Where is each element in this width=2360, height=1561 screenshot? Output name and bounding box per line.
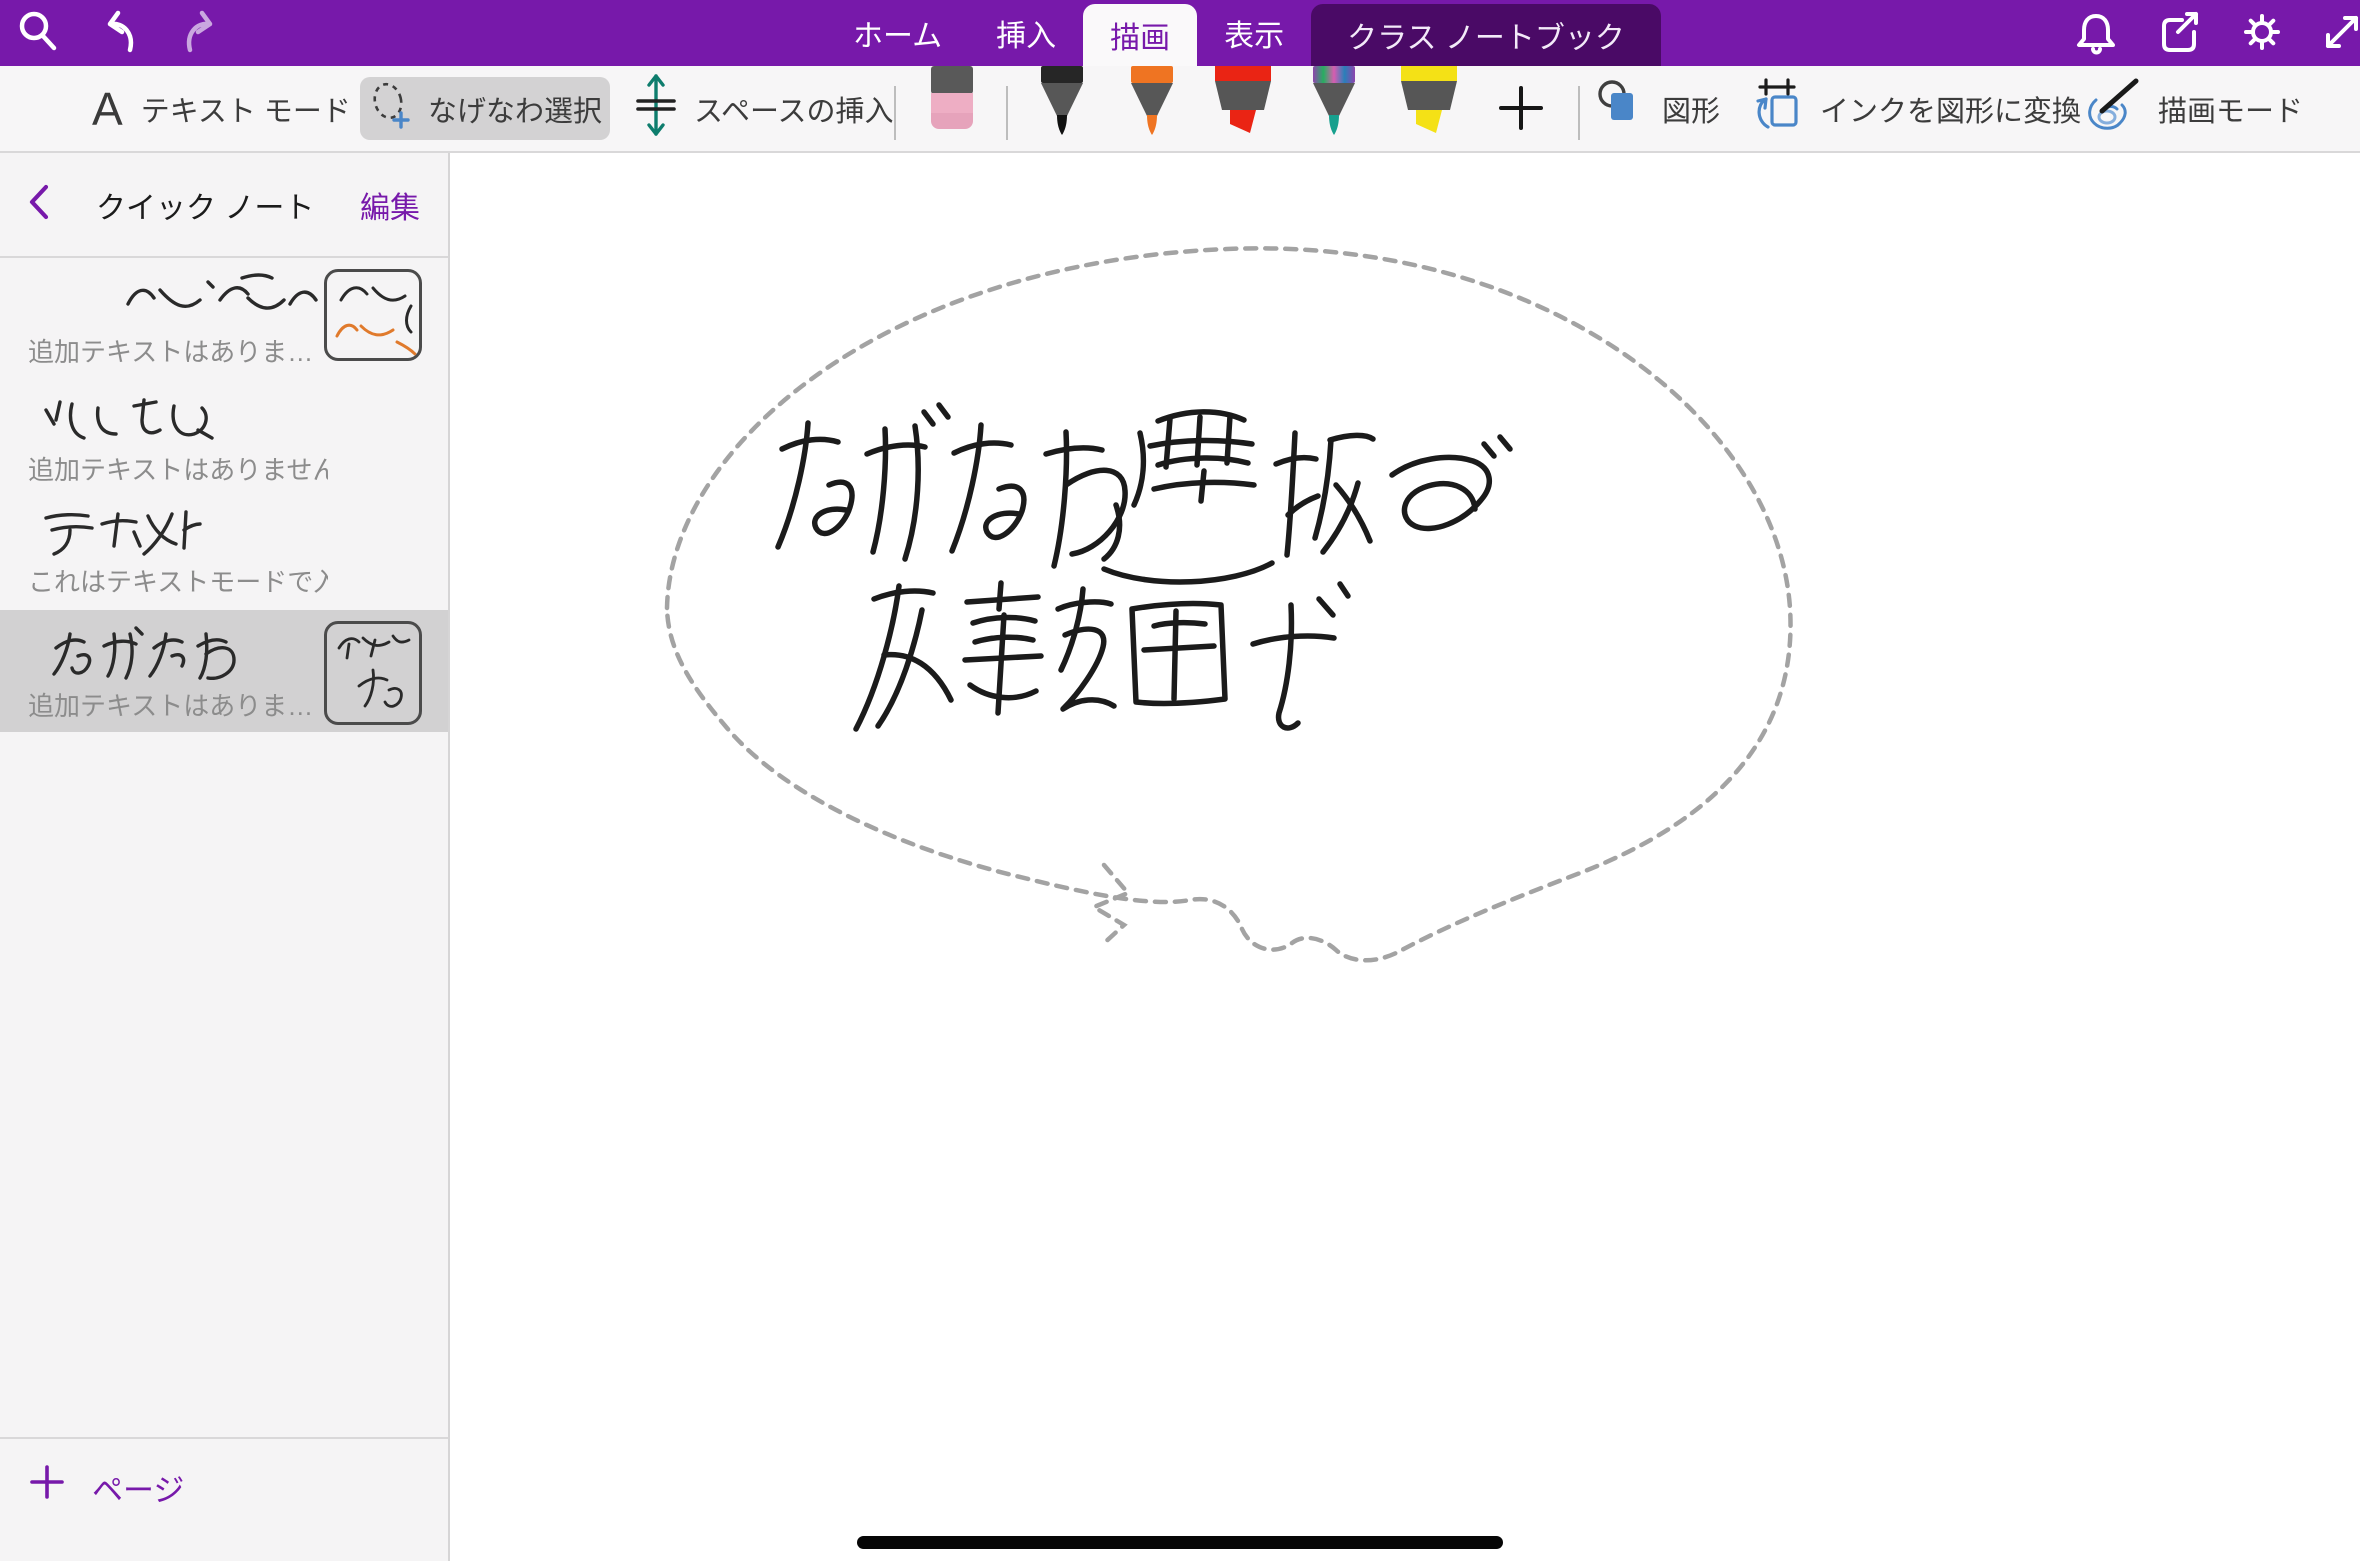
shapes-button[interactable]: 図形 (1596, 66, 1720, 151)
handwritten-page-title (116, 270, 326, 326)
handwritten-page-title (36, 392, 226, 444)
ink-line-2 (856, 583, 1348, 729)
eraser-tool[interactable] (930, 66, 974, 135)
shapes-icon (1596, 79, 1644, 139)
handwritten-page-title (42, 622, 252, 680)
sidebar-header: クイック ノート 編集 (0, 153, 448, 258)
onenote-app: ホーム 挿入 描画 表示 クラス ノートブック (0, 0, 2360, 1561)
handwritten-page-title (36, 504, 206, 556)
rainbow-pen-tool[interactable] (1308, 66, 1360, 141)
lasso-select-button[interactable]: なげなわ選択 (360, 77, 610, 140)
page-list-sidebar: クイック ノート 編集 追加テキストはありま… (0, 153, 450, 1561)
insert-space-button[interactable]: スペースの挿入 (636, 66, 894, 151)
draw-mode-button[interactable]: 描画モード (2082, 66, 2303, 151)
yellow-highlighter-tool[interactable] (1398, 66, 1460, 141)
page-thumbnail (324, 621, 422, 725)
lasso-selection-outline (667, 248, 1791, 960)
page-subtitle: これはテキストモードで入力し… (28, 562, 328, 599)
tab-insert[interactable]: 挿入 (969, 0, 1083, 66)
lasso-label: なげなわ選択 (428, 88, 602, 130)
back-chevron-icon[interactable] (28, 184, 50, 225)
handwritten-ink-and-lasso (452, 153, 2360, 1561)
ink-to-shape-icon (1752, 77, 1802, 141)
divider (894, 86, 896, 140)
page-subtitle: 追加テキストはありま… (28, 332, 328, 369)
edit-button[interactable]: 編集 (360, 183, 420, 227)
shapes-label: 図形 (1662, 88, 1720, 130)
insert-space-icon (636, 72, 676, 146)
divider (1006, 86, 1008, 140)
share-icon[interactable] (2156, 8, 2204, 56)
page-subtitle: 追加テキストはありま… (28, 686, 328, 723)
black-pen-tool[interactable] (1036, 66, 1088, 141)
tab-home[interactable]: ホーム (826, 0, 969, 66)
tab-class-notebook[interactable]: クラス ノートブック (1311, 4, 1661, 66)
ink-to-shape-label: インクを図形に変換 (1820, 88, 2081, 130)
fullscreen-expand-icon[interactable] (2318, 8, 2360, 56)
page-list-item-lasso[interactable]: 追加テキストはありま… (0, 610, 448, 732)
notifications-bell-icon[interactable] (2072, 8, 2120, 56)
text-mode-button[interactable]: A テキスト モード (92, 66, 351, 151)
add-page-plus-icon (30, 1465, 64, 1507)
note-canvas[interactable] (452, 153, 2360, 1561)
page-subtitle: 追加テキストはありません (28, 450, 328, 487)
top-bar: ホーム 挿入 描画 表示 クラス ノートブック (0, 0, 2360, 66)
undo-icon[interactable] (96, 8, 144, 56)
tab-view[interactable]: 表示 (1197, 0, 1311, 66)
add-page-label: ページ (92, 1465, 184, 1510)
page-list-item-text[interactable]: これはテキストモードで入力し… (0, 492, 448, 610)
draw-mode-label: 描画モード (2158, 88, 2303, 130)
home-indicator-bar (857, 1536, 1503, 1549)
page-list-item-eraser[interactable]: 追加テキストはありません (0, 380, 448, 492)
lasso-icon (368, 80, 414, 138)
divider (1578, 86, 1580, 140)
ribbon-tabs: ホーム 挿入 描画 表示 クラス ノートブック (826, 0, 1661, 66)
draw-mode-hand-pen-icon (2082, 78, 2140, 140)
insert-space-label: スペースの挿入 (694, 88, 894, 130)
notebook-section-title: クイック ノート (96, 183, 314, 227)
red-highlighter-tool[interactable] (1212, 66, 1274, 141)
text-mode-a-icon: A (92, 82, 123, 136)
add-pen-plus-icon[interactable] (1498, 85, 1544, 131)
tab-draw[interactable]: 描画 (1083, 4, 1197, 66)
orange-pen-tool[interactable] (1126, 66, 1178, 141)
search-icon[interactable] (14, 8, 62, 56)
add-page-button[interactable]: ページ (0, 1437, 448, 1561)
ink-to-shape-button[interactable]: インクを図形に変換 (1752, 66, 2081, 151)
page-list-item-pen-highlighter[interactable]: 追加テキストはありま… (0, 258, 448, 380)
draw-ribbon: A テキスト モード なげなわ選択 (0, 66, 2360, 153)
redo-icon[interactable] (176, 8, 224, 56)
page-thumbnail (324, 269, 422, 361)
settings-gear-icon[interactable] (2238, 8, 2286, 56)
text-mode-label: テキスト モード (141, 88, 351, 130)
ink-line-1 (778, 405, 1510, 582)
